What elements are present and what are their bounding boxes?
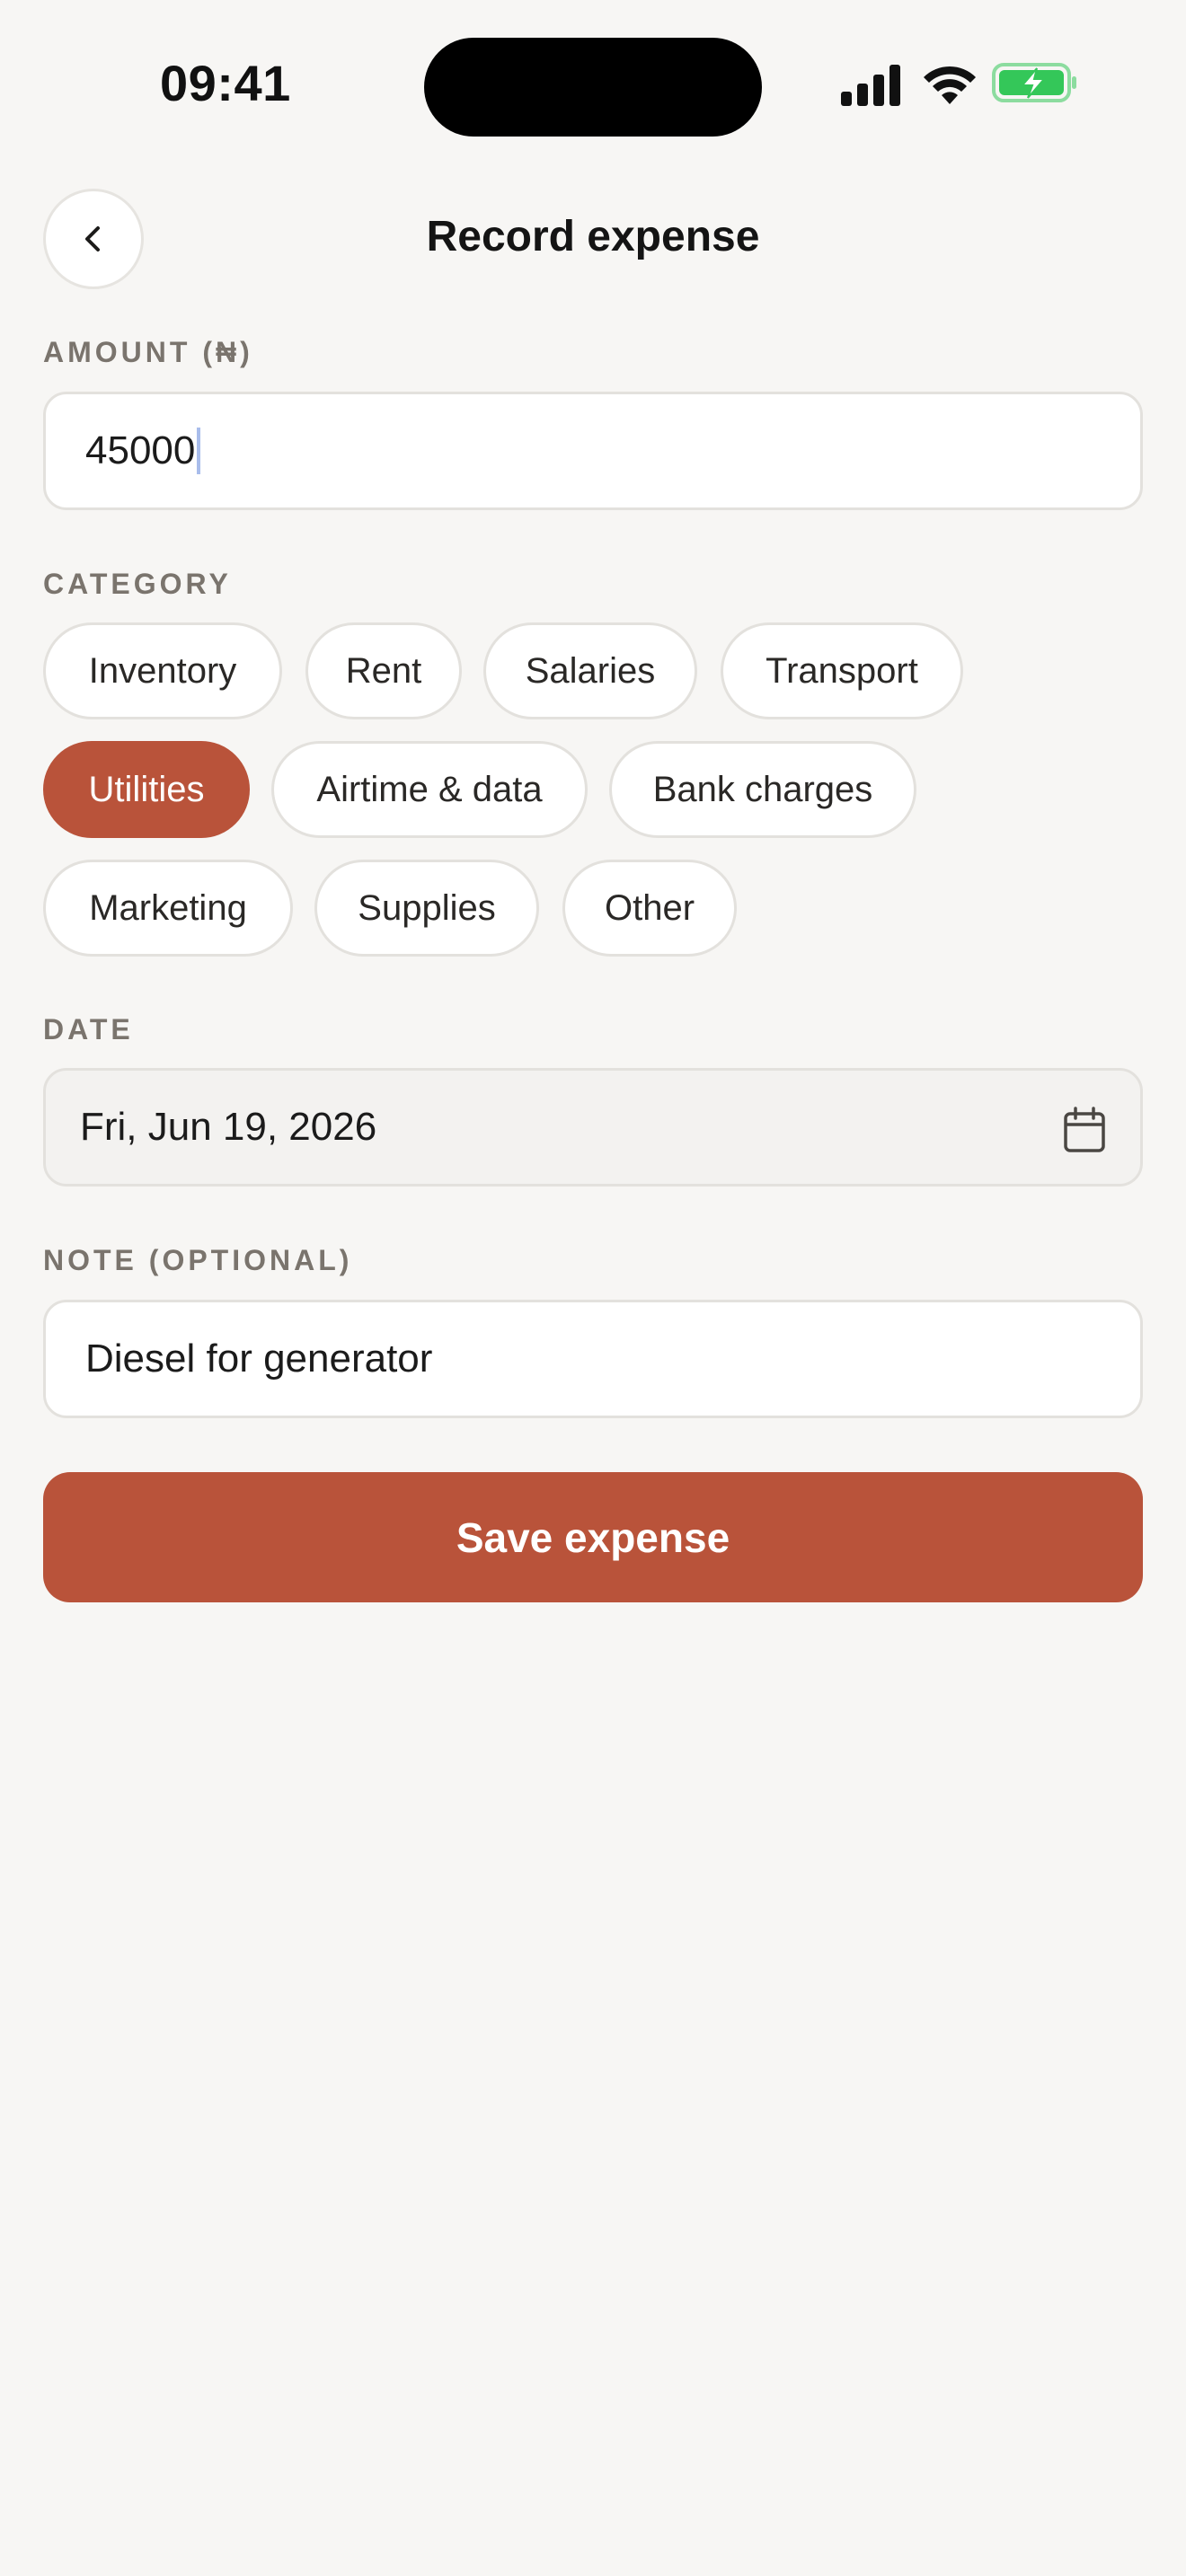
calendar-icon — [1064, 1107, 1105, 1152]
amount-input[interactable]: 45000 — [43, 392, 1143, 510]
save-expense-button[interactable]: Save expense — [43, 1472, 1143, 1602]
status-time: 09:41 — [160, 55, 291, 111]
dynamic-island — [424, 38, 762, 137]
category-chip-supplies[interactable]: Supplies — [314, 860, 539, 957]
wifi-icon — [924, 66, 976, 104]
category-label: CATEGORY — [43, 568, 232, 600]
date-label: DATE — [43, 1013, 134, 1045]
category-chip-bank-charges[interactable]: Bank charges — [609, 741, 916, 838]
text-caret — [197, 428, 201, 474]
amount-label: AMOUNT (₦) — [43, 336, 253, 368]
category-chip-marketing[interactable]: Marketing — [43, 860, 293, 957]
note-value: Diesel for generator — [85, 1337, 433, 1381]
battery-charging-icon — [992, 63, 1076, 102]
note-label: NOTE (OPTIONAL) — [43, 1244, 353, 1276]
category-chip-salaries[interactable]: Salaries — [483, 622, 697, 719]
signal-icon — [841, 65, 900, 106]
category-chip-transport[interactable]: Transport — [721, 622, 963, 719]
category-chip-rent[interactable]: Rent — [305, 622, 462, 719]
category-chip-airtime-data[interactable]: Airtime & data — [271, 741, 588, 838]
amount-value: 45000 — [85, 428, 196, 472]
page-title: Record expense — [426, 213, 760, 260]
category-chip-utilities[interactable]: Utilities — [43, 741, 250, 838]
date-value: Fri, Jun 19, 2026 — [80, 1105, 377, 1149]
category-chip-other[interactable]: Other — [562, 860, 737, 957]
note-input[interactable]: Diesel for generator — [43, 1300, 1143, 1418]
category-chip-inventory[interactable]: Inventory — [43, 622, 282, 719]
record-expense-screen: 09:41 Record expense AMOUNT (₦) 45000 CA… — [0, 0, 1186, 2576]
date-picker[interactable]: Fri, Jun 19, 2026 — [43, 1068, 1143, 1187]
